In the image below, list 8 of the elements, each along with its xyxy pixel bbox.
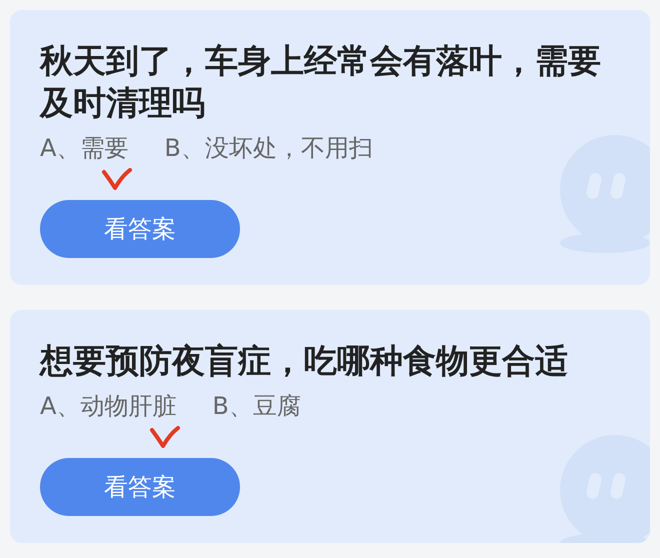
view-answer-button[interactable]: 看答案 bbox=[40, 200, 240, 258]
question-title: 秋天到了，车身上经常会有落叶，需要及时清理吗 bbox=[40, 40, 602, 124]
answer-option: B、豆腐 bbox=[212, 388, 301, 424]
answer-option: A、需要 bbox=[40, 130, 128, 166]
question-title: 想要预防夜盲症，吃哪种食物更合适 bbox=[40, 340, 569, 382]
view-answer-button[interactable]: 看答案 bbox=[40, 458, 240, 516]
answer-option: A、动物肝脏 bbox=[40, 388, 176, 424]
answer-option: B、没坏处，不用扫 bbox=[164, 130, 373, 166]
